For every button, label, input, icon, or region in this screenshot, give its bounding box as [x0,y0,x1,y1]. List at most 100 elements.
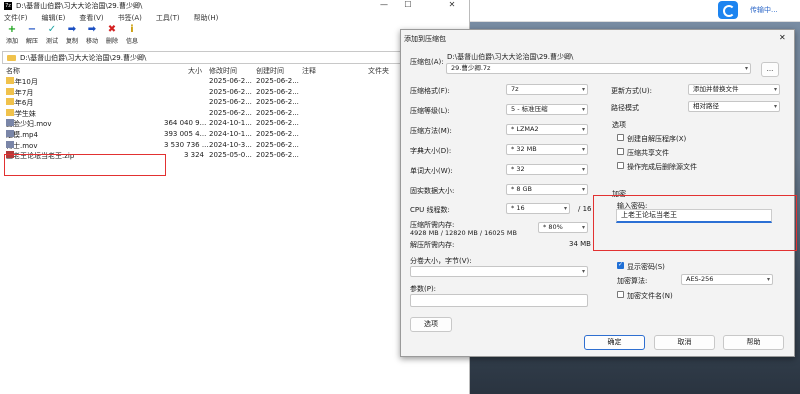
chevron-down-icon: ▾ [581,86,585,93]
options-button[interactable]: 选项 [410,317,452,332]
update-combo[interactable]: 添加并替换文件 ▾ [688,84,780,95]
word-label: 单词大小(W): [410,167,453,175]
delete-x-icon: ✖ [107,24,117,35]
split-combo[interactable]: ▾ [410,266,588,277]
video-icon [6,119,14,127]
shared-checkbox[interactable] [617,148,624,155]
copy-arrow-icon: ➡ [67,24,77,35]
sfx-checkbox[interactable] [617,134,624,141]
chevron-down-icon: ▾ [581,146,585,153]
chevron-down-icon: ▾ [773,103,777,110]
tool-label: 复制 [65,38,78,45]
dict-combo[interactable]: * 32 MB ▾ [506,144,588,155]
file-created: 2025-06-2... [256,119,299,128]
move-arrow-icon: ➡ [87,24,97,35]
col-comment[interactable]: 注释 [302,66,316,76]
minimize-icon[interactable]: — [374,0,394,9]
tool-info-button[interactable]: i 信息 [124,24,140,50]
show-password-checkbox[interactable] [617,261,624,269]
file-modified: 2024-10-1... [209,130,252,138]
enc-method-combo[interactable]: AES-256 ▾ [681,274,773,285]
word-combo[interactable]: * 32 ▾ [506,164,588,175]
cancel-button[interactable]: 取消 [654,335,715,350]
chevron-down-icon: ▾ [773,86,777,93]
format-combo[interactable]: 7z ▾ [506,84,588,95]
menu-help[interactable]: 帮助(H) [194,13,219,23]
chevron-down-icon: ▾ [581,186,585,193]
menu-edit[interactable]: 编辑(E) [42,13,66,23]
params-input[interactable] [410,294,588,307]
browse-button[interactable]: ... [761,62,779,77]
file-created: 2025-06-2... [256,151,299,160]
menu-bar: 文件(F) 编辑(E) 查看(V) 书签(A) 工具(T) 帮助(H) [0,12,469,24]
file-name: 足模.mp4 [6,130,38,140]
tool-label: 添加 [5,38,18,45]
delete-source-checkbox[interactable] [617,162,624,169]
file-created: 2025-06-2... [256,108,299,117]
tool-minus-button[interactable]: − 解压 [24,24,40,50]
mem-combo[interactable]: * 80% ▾ [538,222,588,233]
file-created: 2025-06-2... [256,98,299,107]
col-size[interactable]: 大小 [188,66,202,76]
app-icon: 7z [4,2,12,10]
transfer-status: 传输中... [750,6,778,14]
solid-value: * 8 GB [511,185,533,193]
params-label: 参数(P): [410,285,437,293]
archive-path: D:\基督山伯爵\习大大论治国\29.曹少卿\ [447,53,574,61]
enc-method-value: AES-256 [686,275,714,283]
mem-value: * 80% [543,223,563,231]
file-name: 24年6月 [6,98,33,108]
mem-detail: 4928 MB / 12820 MB / 16025 MB [410,229,517,237]
cpu-total: / 16 [578,205,592,213]
path-mode-label: 路径模式 [611,104,639,112]
menu-file[interactable]: 文件(F) [4,13,28,23]
tool-move-arrow-button[interactable]: ➡ 移动 [84,24,100,50]
file-created: 2025-06-2... [256,140,299,149]
chevron-down-icon: ▾ [581,268,585,275]
menu-view[interactable]: 查看(V) [79,13,103,23]
maximize-icon[interactable]: ☐ [398,0,418,9]
close-icon[interactable]: ✕ [442,0,462,9]
col-folders[interactable]: 文件夹 [368,66,389,76]
minus-icon: − [27,24,37,35]
chevron-down-icon: ▾ [744,65,748,72]
tool-check-button[interactable]: ✓ 测试 [44,24,60,50]
level-value: 5 - 标准压缩 [511,105,548,113]
file-modified: 2025-06-2... [209,108,252,117]
encrypt-names-checkbox[interactable] [617,291,624,298]
chevron-down-icon: ▾ [563,205,567,212]
dialog-title: 添加到压缩包 [404,35,446,43]
dialog-close-icon[interactable]: ✕ [779,33,786,42]
address-bar[interactable]: D:\基督山伯爵\习大大论治国\29.曹少卿\ [2,51,468,64]
path-mode-value: 相对路径 [693,102,719,110]
file-size: 364 040 9... [164,119,207,128]
folder-icon [6,87,14,95]
highlight-box-password [593,195,797,251]
menu-bookmarks[interactable]: 书签(A) [118,13,142,23]
word-value: * 32 [511,165,525,173]
cpu-combo[interactable]: * 16 ▾ [506,203,570,214]
file-name: 24年7月 [6,87,33,98]
path-mode-combo[interactable]: 相对路径 ▾ [688,101,780,112]
level-combo[interactable]: 5 - 标准压缩 ▾ [506,104,588,115]
transfer-icon[interactable] [718,1,738,19]
archive-name-combo[interactable]: 29.曹少卿.7z ▾ [446,63,751,74]
archive-label: 压缩包(A): [410,58,444,66]
tool-plus-button[interactable]: + 添加 [4,24,20,50]
solid-combo[interactable]: * 8 GB ▾ [506,184,588,195]
tool-delete-x-button[interactable]: ✖ 删除 [104,24,120,50]
menu-tools[interactable]: 工具(T) [156,13,180,23]
col-created[interactable]: 创建时间 [256,66,284,76]
update-value: 添加并替换文件 [693,85,739,93]
help-button[interactable]: 帮助 [723,335,784,350]
video-icon [6,130,14,137]
sfx-label: 创建自解压程序(X) [627,135,687,143]
video-icon [6,140,14,148]
col-name[interactable]: 名称 [6,66,20,76]
ok-button[interactable]: 确定 [584,335,645,350]
enc-method-label: 加密算法: [617,277,648,285]
col-modified[interactable]: 修改时间 [209,66,237,76]
tool-copy-arrow-button[interactable]: ➡ 复制 [64,24,80,50]
file-created: 2025-06-2... [256,77,299,85]
method-combo[interactable]: * LZMA2 ▾ [506,124,588,135]
